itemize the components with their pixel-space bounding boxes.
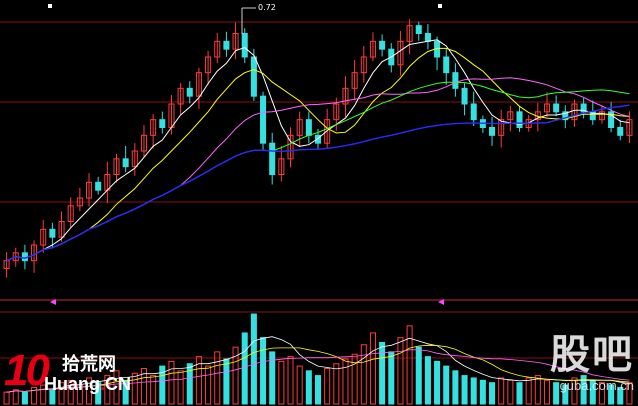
volume-bar bbox=[342, 358, 349, 405]
volume-bar bbox=[287, 356, 294, 405]
candle-body bbox=[49, 228, 56, 238]
candle-body bbox=[122, 158, 129, 168]
volume-bar bbox=[369, 332, 376, 405]
volume-bar bbox=[296, 365, 303, 405]
marker-square-left bbox=[48, 4, 52, 8]
watermark-10-logo: 10 bbox=[4, 346, 50, 395]
volume-bar bbox=[205, 365, 212, 405]
volume-bar bbox=[305, 370, 312, 405]
moving-average-lines bbox=[6, 39, 630, 262]
volume-bar bbox=[314, 375, 322, 405]
candle-body bbox=[269, 142, 276, 176]
candle-body bbox=[250, 56, 257, 97]
volume-bar bbox=[406, 325, 413, 405]
volume-bar bbox=[443, 365, 450, 405]
volume-bar bbox=[507, 379, 514, 405]
candle-body bbox=[553, 103, 560, 113]
price-candles bbox=[3, 19, 633, 278]
candle-body bbox=[516, 111, 523, 129]
candle-body bbox=[186, 87, 193, 97]
volume-bar bbox=[498, 377, 505, 405]
ma-line-10 bbox=[6, 47, 630, 262]
volume-bar bbox=[351, 353, 358, 405]
volume-bar bbox=[434, 360, 441, 405]
volume-bar bbox=[278, 360, 285, 405]
candle-body bbox=[461, 87, 468, 105]
volume-bar bbox=[177, 370, 184, 405]
watermark-brand-cn: 股吧 bbox=[550, 332, 634, 378]
volume-bar bbox=[424, 356, 431, 405]
candle-body bbox=[489, 127, 496, 136]
volume-bar bbox=[516, 382, 523, 405]
volume-bar bbox=[186, 363, 193, 405]
volume-bar bbox=[461, 375, 468, 405]
watermark-url: guba.com.cn bbox=[559, 378, 634, 393]
volume-bar bbox=[241, 332, 248, 405]
watermark-domain-main: Huang bbox=[44, 374, 100, 394]
candle-body bbox=[617, 127, 624, 136]
ma-line-5 bbox=[6, 39, 630, 262]
candle-body bbox=[452, 72, 459, 89]
volume-bar bbox=[397, 337, 404, 405]
candle-body bbox=[159, 119, 166, 128]
volume-bar bbox=[379, 341, 386, 405]
watermark-site-cn: 拾荒网 bbox=[62, 354, 116, 375]
peak-label: 0.72 bbox=[258, 3, 276, 12]
candle-body bbox=[241, 33, 248, 58]
candle-body bbox=[424, 33, 431, 42]
volume-bar bbox=[470, 377, 477, 405]
volume-bar bbox=[360, 344, 367, 405]
volume-bar bbox=[168, 360, 175, 405]
candle-body bbox=[415, 25, 422, 34]
ma-line-20 bbox=[6, 77, 630, 262]
candle-body bbox=[305, 119, 312, 136]
volume-bar bbox=[489, 382, 496, 405]
candle-body bbox=[443, 56, 450, 74]
volume-bar bbox=[388, 351, 395, 405]
watermark-left: 10 拾荒网 Huang.CN bbox=[4, 348, 144, 404]
watermark-domain: Huang.CN bbox=[44, 374, 131, 395]
ma-line-30 bbox=[6, 81, 630, 262]
volume-bar bbox=[452, 370, 459, 405]
volume-bar bbox=[479, 379, 486, 405]
volume-bar bbox=[214, 351, 221, 405]
watermark-domain-tld: CN bbox=[105, 374, 132, 394]
volume-bar bbox=[223, 358, 230, 405]
volume-bar bbox=[250, 313, 257, 405]
volume-bar bbox=[260, 337, 267, 405]
candle-body bbox=[260, 95, 267, 144]
candle-body bbox=[379, 40, 386, 50]
watermark-right: 股吧 guba.com.cn bbox=[524, 332, 634, 404]
candle-body bbox=[470, 103, 477, 121]
volume-bar bbox=[324, 367, 331, 405]
volume-bar bbox=[150, 375, 157, 405]
marker-square-right bbox=[438, 4, 442, 8]
candle-body bbox=[95, 181, 102, 191]
volume-bar bbox=[333, 363, 340, 405]
candle-body bbox=[223, 40, 230, 50]
volume-bar bbox=[415, 346, 422, 405]
